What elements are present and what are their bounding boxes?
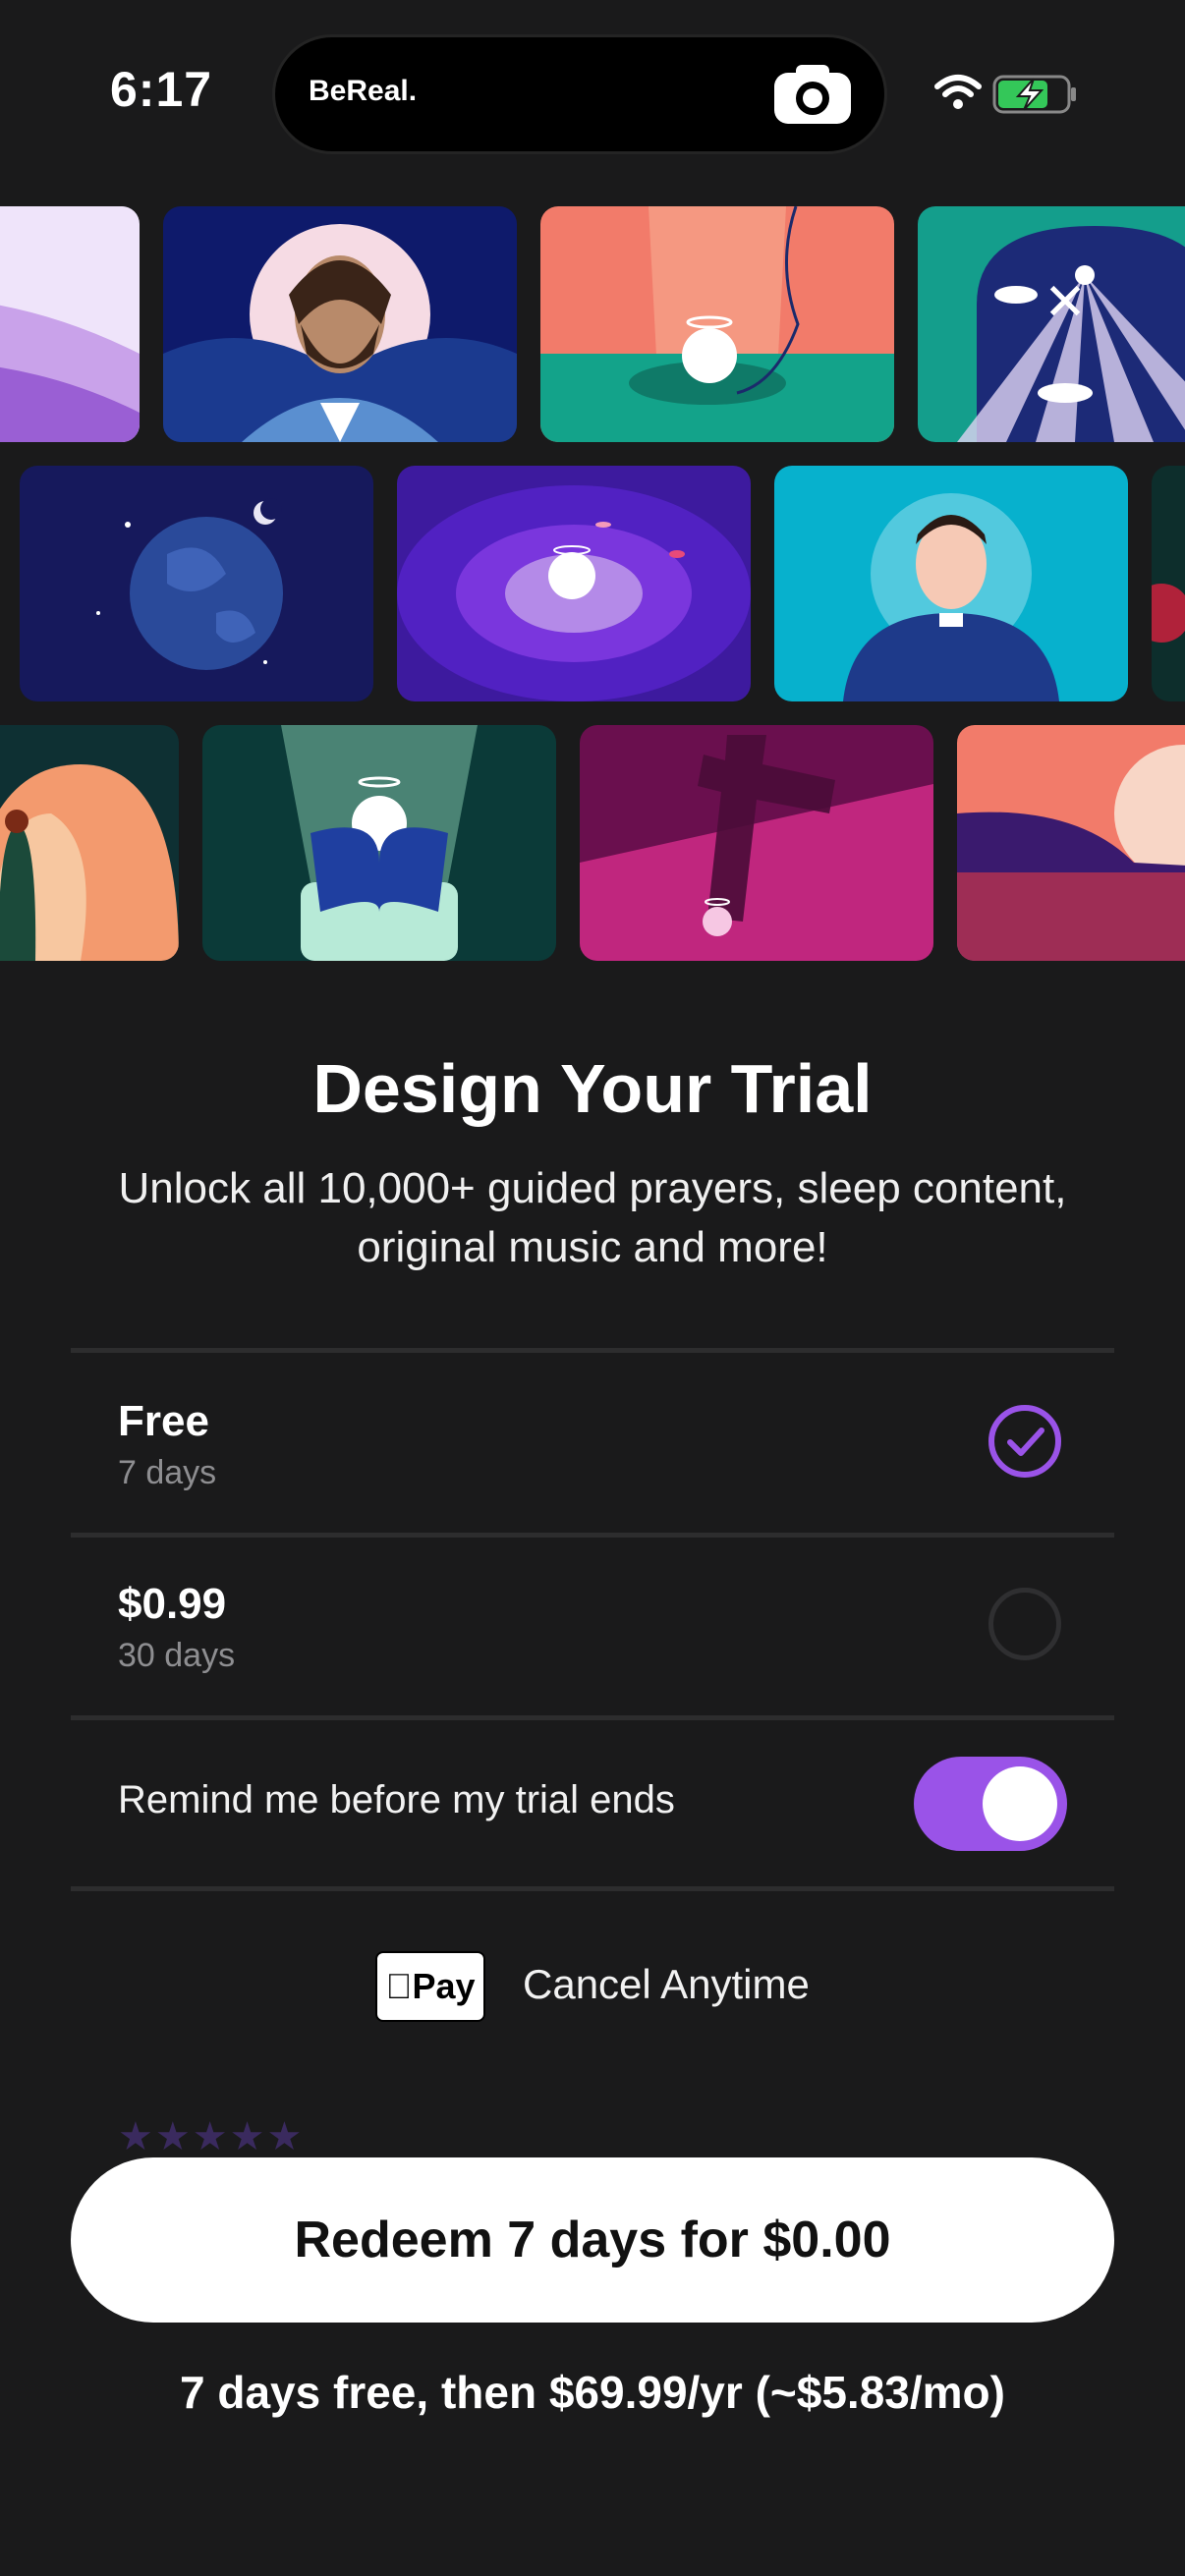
artwork-tile bbox=[1152, 466, 1185, 701]
reminder-toggle[interactable] bbox=[914, 1757, 1067, 1851]
dynamic-island[interactable]: BeReal. bbox=[275, 37, 884, 151]
radio-selected-icon[interactable] bbox=[988, 1405, 1061, 1478]
artwork-tile bbox=[540, 206, 894, 442]
artwork-tile bbox=[580, 725, 933, 961]
paywall-title: Design Your Trial bbox=[312, 1050, 873, 1127]
apple-logo-icon:  bbox=[385, 1966, 412, 2006]
option-name: $0.99 bbox=[118, 1580, 227, 1628]
paywall-subtitle: Unlock all 10,000+ guided prayers, sleep… bbox=[118, 1164, 1067, 1271]
status-time: 6:17 bbox=[110, 62, 213, 117]
toggle-knob bbox=[983, 1766, 1057, 1841]
artwork-tile bbox=[957, 725, 1185, 961]
apple-pay-badge: Pay bbox=[375, 1951, 485, 2022]
cancel-anytime-text: Cancel Anytime bbox=[523, 1961, 810, 2007]
reminder-label: Remind me before my trial ends bbox=[118, 1778, 675, 1821]
divider bbox=[71, 1533, 1114, 1538]
artwork-tile bbox=[0, 206, 140, 442]
artwork-tile bbox=[774, 466, 1128, 701]
apple-pay-label: Pay bbox=[398, 1966, 475, 2006]
option-paid[interactable]: $0.99 30 days bbox=[71, 1539, 1114, 1715]
divider bbox=[71, 1715, 1114, 1720]
radio-unselected-icon[interactable] bbox=[988, 1588, 1061, 1660]
battery-charging-icon bbox=[992, 75, 1076, 114]
reminder-row: Remind me before my trial ends bbox=[71, 1723, 1114, 1886]
artwork-tile bbox=[163, 206, 517, 442]
camera-icon[interactable] bbox=[774, 65, 851, 124]
option-duration: 30 days bbox=[118, 1637, 236, 1674]
artwork-row-1 bbox=[0, 206, 1185, 442]
divider bbox=[71, 1886, 1114, 1891]
wifi-icon bbox=[934, 75, 982, 97]
redeem-button[interactable]: Redeem 7 days for $0.00 bbox=[71, 2157, 1114, 2323]
option-duration: 7 days bbox=[118, 1454, 217, 1491]
artwork-row-3 bbox=[0, 725, 1185, 961]
artwork-tile bbox=[202, 725, 556, 961]
artwork-tile bbox=[20, 466, 373, 701]
island-app-label: BeReal. bbox=[309, 75, 418, 107]
artwork-tile bbox=[397, 466, 751, 701]
status-icons bbox=[933, 69, 1081, 118]
close-button[interactable]: ✕ bbox=[1040, 277, 1091, 328]
artwork-row-2 bbox=[0, 466, 1185, 701]
pricing-footer: 7 days free, then $69.99/yr (~$5.83/mo) bbox=[180, 2367, 1005, 2418]
rating-stars: ★★★★★ bbox=[118, 2115, 305, 2158]
option-name: Free bbox=[118, 1397, 209, 1445]
divider bbox=[71, 1348, 1114, 1353]
artwork-tile bbox=[0, 725, 179, 961]
option-free[interactable]: Free 7 days bbox=[71, 1356, 1114, 1533]
